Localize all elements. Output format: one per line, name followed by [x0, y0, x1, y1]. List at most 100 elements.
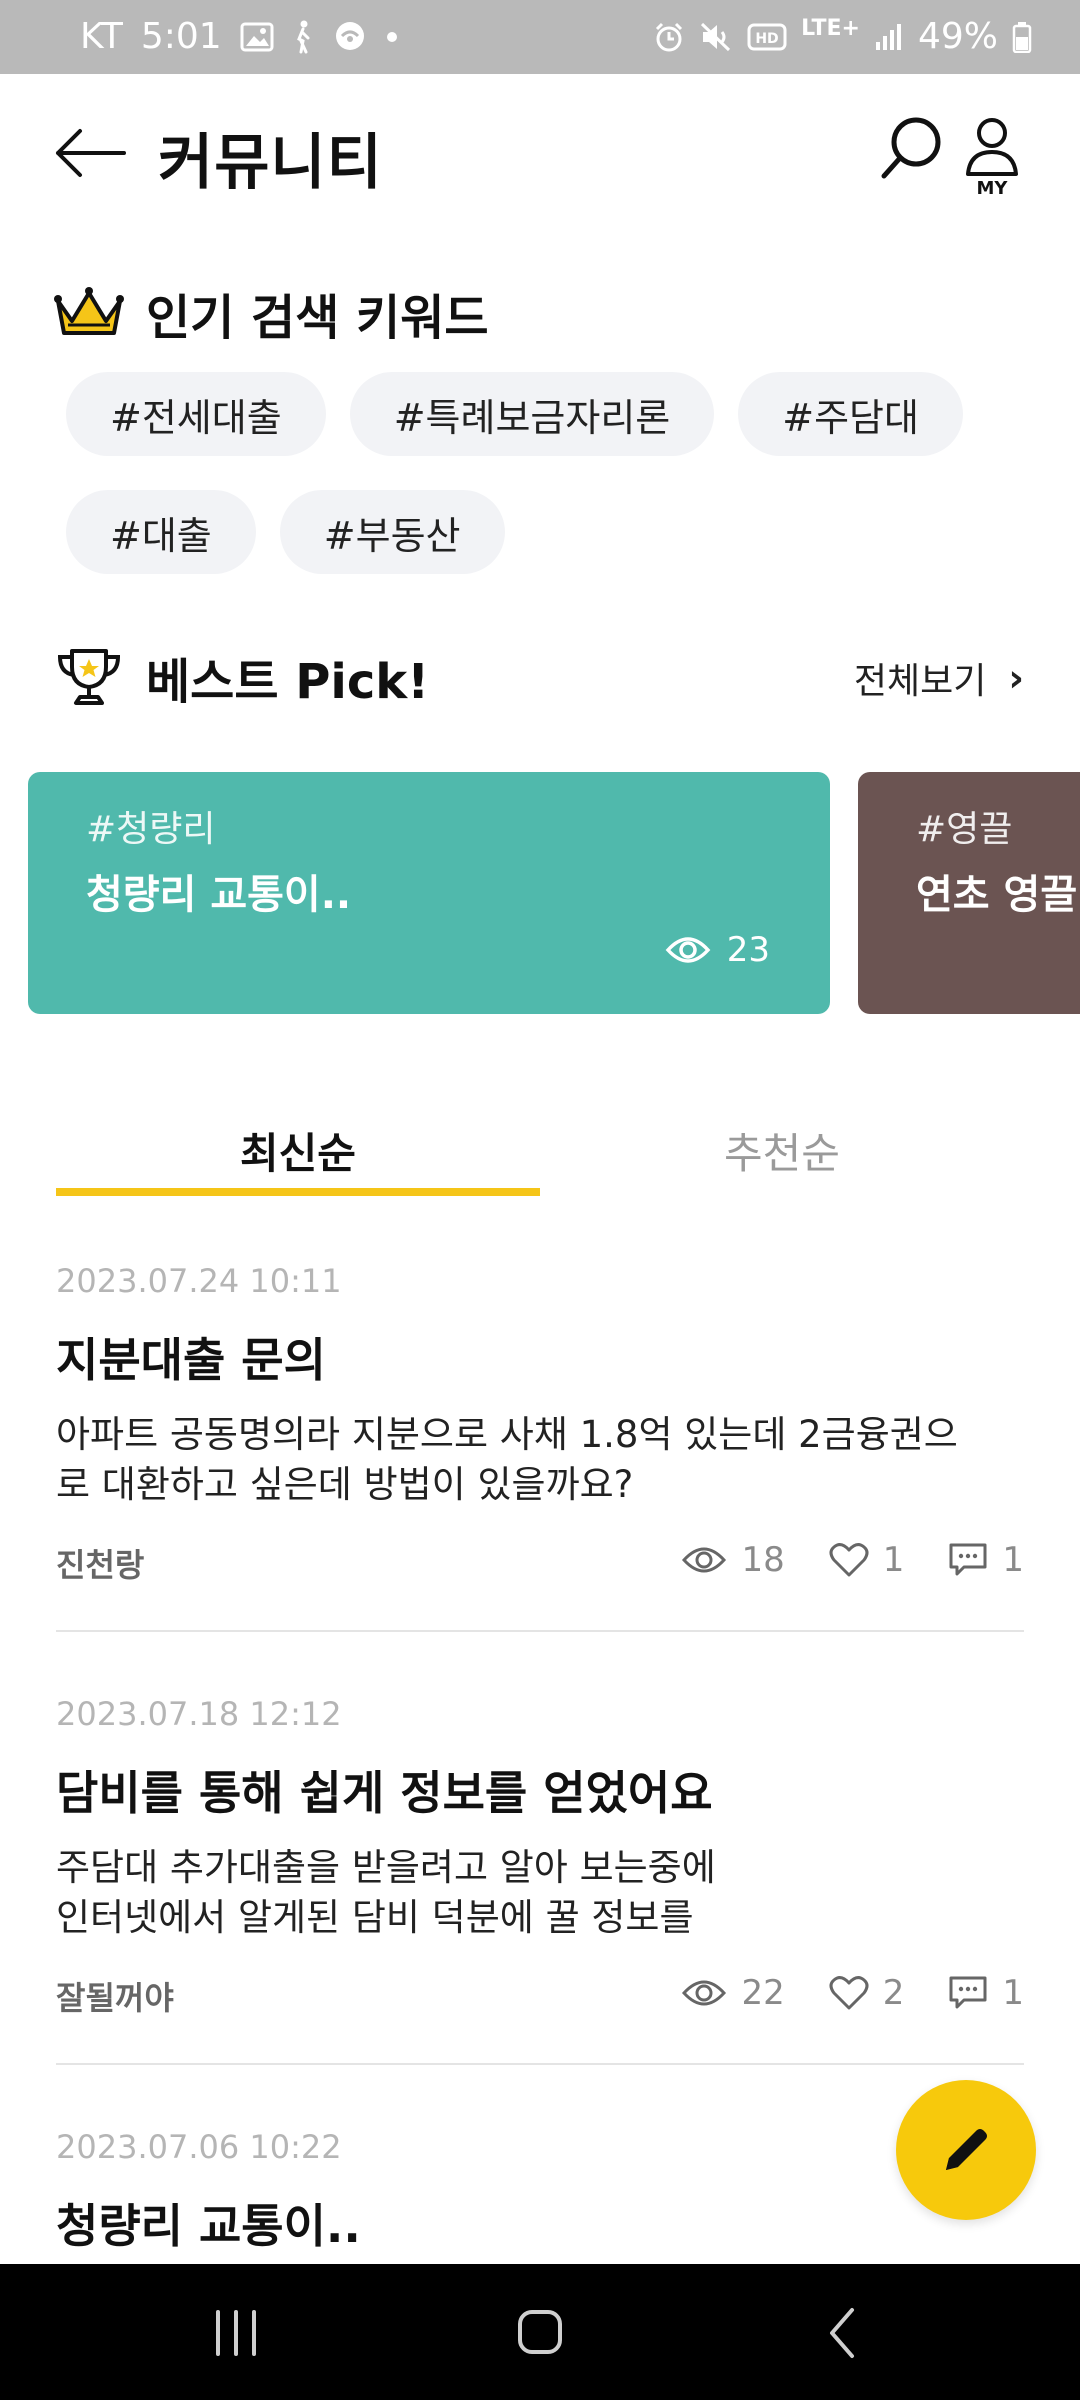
search-button[interactable]: [878, 114, 948, 184]
like-count: 2: [882, 1973, 905, 2013]
status-bar: KT 5:01 HD LTE+ 49%: [0, 0, 1080, 74]
post-divider: [56, 1630, 1024, 1632]
card-tag: #청량리: [86, 809, 216, 850]
comment-icon: [949, 1543, 987, 1576]
tab-recommended[interactable]: 추천순: [540, 1100, 1024, 1200]
post-item[interactable]: 2023.07.24 10:11 지분대출 문의 아파트 공동명의라 지분으로 …: [56, 1262, 1024, 1590]
keyword-chips: #전세대출 #특례보금자리론 #주담대 #대출 #부동산: [66, 372, 1026, 574]
post-body: 아파트 공동명의라 지분으로 사채 1.8억 있는데 2금융권으 로 대환하고 …: [56, 1410, 1024, 1510]
more-notifications-dot-icon: [386, 31, 398, 43]
card-title: 연초 영끌: [916, 872, 1078, 918]
post-item[interactable]: 2023.07.06 10:22 청량리 교통이..: [56, 2128, 1024, 2256]
popular-keywords-header: 인기 검색 키워드: [54, 278, 489, 348]
post-author: 잘될꺼야: [56, 1979, 174, 2017]
eye-icon: [682, 1980, 727, 2006]
card-title: 청량리 교통이..: [86, 872, 352, 918]
post-meta: 잘될꺼야 22 2 1: [56, 1973, 1024, 2023]
tab-latest[interactable]: 최신순: [56, 1100, 540, 1200]
view-stat: 22: [681, 1973, 785, 2013]
page-title: 커뮤니티: [158, 128, 383, 198]
comment-stat: 1: [948, 1540, 1024, 1580]
view-stat: 18: [681, 1540, 785, 1580]
recent-apps-icon: [216, 2310, 256, 2356]
network-type-label: LTE+: [801, 15, 860, 41]
pencil-icon: [946, 2129, 987, 2170]
view-all-label: 전체보기: [853, 661, 987, 702]
post-divider: [56, 2063, 1024, 2065]
chevron-right-icon: ›: [1008, 656, 1024, 700]
best-pick-card[interactable]: #영끌 연초 영끌: [858, 772, 1080, 1014]
post-item[interactable]: 2023.07.18 12:12 담비를 통해 쉽게 정보를 얻었어요 주담대 …: [56, 1695, 1024, 2023]
view-count: 22: [741, 1973, 785, 2013]
heart-icon: [829, 1543, 869, 1577]
app-header: 커뮤니티 MY: [0, 74, 1080, 244]
card-tag: #영끌: [916, 809, 1013, 850]
eye-icon: [682, 1547, 727, 1573]
system-nav-bar: [0, 2264, 1080, 2400]
back-nav-button[interactable]: [804, 2298, 884, 2368]
walking-notification-icon: [292, 20, 314, 54]
comment-count: 1: [1002, 1973, 1024, 2013]
best-pick-header: 베스트 Pick!: [54, 642, 429, 712]
battery-icon: [1012, 21, 1032, 53]
gallery-notification-icon: [240, 22, 274, 52]
active-tab-indicator: [56, 1188, 540, 1196]
recent-apps-button[interactable]: [196, 2298, 276, 2368]
post-body: 주담대 추가대출을 받을려고 알아 보는중에 인터넷에서 알게된 담비 덕분에 …: [56, 1843, 1024, 1943]
post-date: 2023.07.06 10:22: [56, 2128, 342, 2166]
hd-voice-icon: HD: [747, 23, 787, 51]
post-date: 2023.07.24 10:11: [56, 1262, 342, 1300]
sort-tabs: 최신순 추천순: [56, 1100, 1024, 1200]
heart-icon: [829, 1976, 869, 2010]
post-title: 담비를 통해 쉽게 정보를 얻었어요: [56, 1766, 713, 1820]
keyword-chip[interactable]: #특례보금자리론: [349, 372, 715, 456]
keyword-chip[interactable]: #부동산: [279, 490, 505, 574]
alarm-icon: [653, 21, 685, 53]
view-count: 18: [741, 1540, 785, 1580]
post-body-line: 인터넷에서 알게된 담비 덕분에 꿀 정보를: [56, 1896, 694, 1939]
keyword-chip[interactable]: #주담대: [738, 372, 963, 456]
post-date: 2023.07.18 12:12: [56, 1695, 342, 1733]
post-stats: 18 1 1: [681, 1540, 1024, 1580]
view-all-link[interactable]: 전체보기 ›: [854, 652, 1024, 704]
like-stat[interactable]: 2: [829, 1973, 905, 2013]
home-icon: [518, 2310, 562, 2354]
eye-icon: [665, 937, 711, 963]
mute-icon: [699, 21, 733, 53]
clock: 5:01: [140, 16, 222, 57]
post-title: 지분대출 문의: [56, 1333, 326, 1387]
back-arrow-icon: [56, 129, 126, 177]
post-author: 진천랑: [56, 1546, 145, 1584]
write-post-button[interactable]: [896, 2080, 1036, 2220]
comment-stat: 1: [948, 1973, 1024, 2013]
crown-icon: [54, 287, 124, 335]
user-icon: [966, 118, 1018, 176]
post-stats: 22 2 1: [681, 1973, 1024, 2013]
comment-icon: [949, 1976, 987, 2009]
popular-keywords-title: 인기 검색 키워드: [146, 290, 489, 346]
chat-notification-icon: [332, 20, 368, 54]
post-meta: 진천랑 18 1 1: [56, 1540, 1024, 1590]
back-button[interactable]: [52, 126, 128, 180]
battery-percent: 49%: [917, 16, 998, 57]
best-pick-title: 베스트 Pick!: [146, 654, 430, 710]
svg-text:HD: HD: [755, 31, 778, 47]
best-pick-carousel[interactable]: #청량리 청량리 교통이.. 23 #영끌 연초 영끌: [28, 772, 1080, 1014]
comment-count: 1: [1002, 1540, 1024, 1580]
status-right: HD LTE+ 49%: [653, 16, 1032, 57]
card-views-value: 23: [726, 930, 770, 970]
post-body-line: 주담대 추가대출을 받을려고 알아 보는중에: [56, 1846, 716, 1889]
post-body-line: 로 대환하고 싶은데 방법이 있을까요?: [56, 1463, 634, 1506]
my-page-button[interactable]: MY: [962, 116, 1022, 204]
signal-icon: [874, 22, 904, 52]
like-count: 1: [882, 1540, 905, 1580]
trophy-icon: [57, 649, 121, 705]
keyword-chip[interactable]: #대출: [66, 490, 256, 574]
best-pick-card[interactable]: #청량리 청량리 교통이.. 23: [28, 772, 830, 1014]
carrier-label: KT: [80, 16, 123, 57]
like-stat[interactable]: 1: [829, 1540, 905, 1580]
home-button[interactable]: [500, 2298, 580, 2368]
post-title: 청량리 교통이..: [56, 2199, 361, 2253]
keyword-chip[interactable]: #전세대출: [66, 372, 326, 456]
status-left: KT 5:01: [80, 16, 398, 57]
